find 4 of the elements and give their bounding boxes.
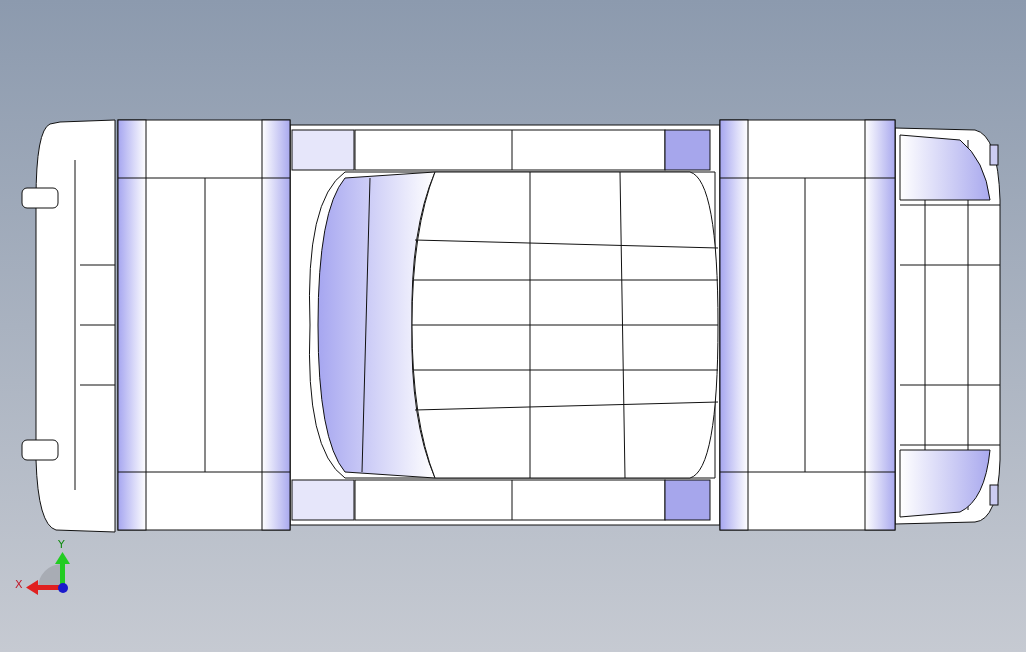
cad-viewport[interactable]: Y X xyxy=(0,0,1026,652)
z-axis-dot-icon xyxy=(58,583,68,593)
x-axis-label: X xyxy=(15,578,23,591)
y-axis-label: Y xyxy=(58,538,65,551)
